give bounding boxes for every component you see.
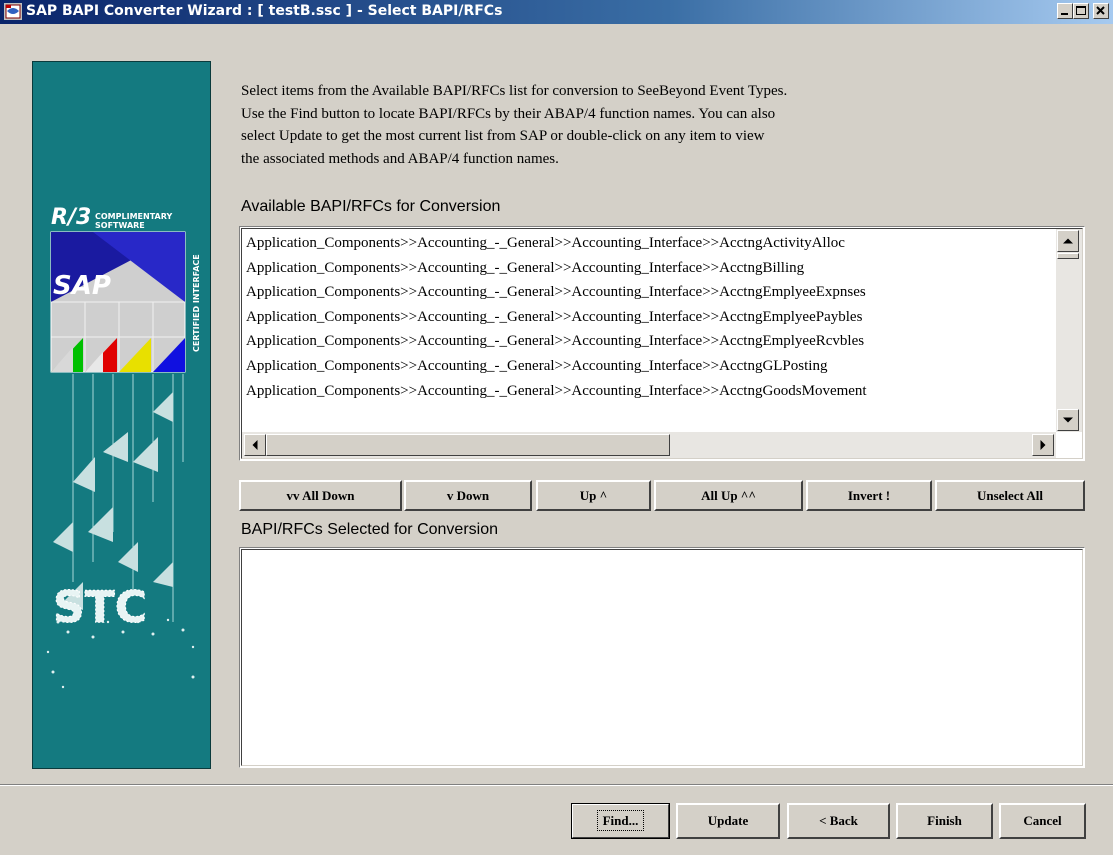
scroll-thumb[interactable]	[266, 434, 670, 456]
unselect-all-button[interactable]: Unselect All	[935, 480, 1085, 511]
instruction-line: select Update to get the most current li…	[241, 128, 765, 144]
list-item[interactable]: Application_Components>>Accounting_-_Gen…	[243, 379, 1055, 404]
find-button[interactable]: Find...	[571, 803, 670, 839]
list-item[interactable]: Application_Components>>Accounting_-_Gen…	[243, 305, 1055, 330]
instruction-line: Use the Find button to locate BAPI/RFCs …	[241, 105, 776, 122]
title-bar[interactable]: SAP BAPI Converter Wizard : [ testB.ssc …	[0, 0, 1113, 24]
svg-text:SOFTWARE: SOFTWARE	[95, 221, 145, 230]
list-item[interactable]: Application_Components>>Accounting_-_Gen…	[243, 280, 1055, 305]
list-item[interactable]: Application_Components>>Accounting_-_Gen…	[243, 354, 1055, 379]
up-button[interactable]: Up ^	[536, 480, 651, 511]
sap-certified-logo: R/3 COMPLIMENTARY SOFTWARE SAP CERTIFIED…	[46, 205, 201, 689]
arrow-right-icon	[1040, 440, 1046, 450]
instruction-line: Select items from the Available BAPI/RFC…	[241, 83, 788, 99]
finish-button[interactable]: Finish	[896, 803, 993, 839]
maximize-icon	[1076, 6, 1086, 15]
app-icon	[4, 3, 22, 20]
selected-list[interactable]	[239, 547, 1085, 768]
arrow-left-icon	[252, 440, 258, 450]
available-horizontal-scrollbar[interactable]	[242, 432, 1056, 458]
minimize-button[interactable]	[1057, 3, 1073, 19]
back-button[interactable]: < Back	[787, 803, 890, 839]
available-list-label: Available BAPI/RFCs for Conversion	[241, 198, 501, 215]
find-button-label: Find...	[596, 810, 645, 831]
minimize-icon	[1061, 13, 1068, 15]
selected-list-label: BAPI/RFCs Selected for Conversion	[241, 521, 498, 538]
all-down-button[interactable]: vv All Down	[239, 480, 402, 511]
side-banner: R/3 COMPLIMENTARY SOFTWARE SAP CERTIFIED…	[32, 61, 211, 769]
list-item[interactable]: Application_Components>>Accounting_-_Gen…	[243, 231, 1055, 256]
close-button[interactable]	[1093, 3, 1109, 19]
scroll-thumb[interactable]	[1057, 253, 1079, 259]
scroll-right-button[interactable]	[1032, 434, 1054, 456]
arrow-up-icon	[1063, 238, 1073, 244]
svg-text:SAP: SAP	[53, 271, 111, 301]
svg-text:CERTIFIED INTERFACE: CERTIFIED INTERFACE	[192, 254, 201, 352]
instructions-text: Select items from the Available BAPI/RFC…	[241, 80, 1061, 170]
scroll-up-button[interactable]	[1057, 230, 1079, 252]
list-item[interactable]: Application_Components>>Accounting_-_Gen…	[243, 329, 1055, 354]
invert-button[interactable]: Invert !	[806, 480, 932, 511]
window-title: SAP BAPI Converter Wizard : [ testB.ssc …	[26, 3, 503, 19]
list-item[interactable]: Application_Components>>Accounting_-_Gen…	[243, 256, 1055, 281]
maximize-button[interactable]	[1073, 3, 1089, 19]
svg-text:STC: STC	[53, 582, 147, 633]
down-button[interactable]: v Down	[404, 480, 532, 511]
scroll-left-button[interactable]	[244, 434, 266, 456]
scroll-down-button[interactable]	[1057, 409, 1079, 431]
cancel-button[interactable]: Cancel	[999, 803, 1086, 839]
instruction-line: the associated methods and ABAP/4 functi…	[241, 150, 559, 167]
all-up-button[interactable]: All Up ^^	[654, 480, 803, 511]
available-vertical-scrollbar[interactable]	[1056, 229, 1082, 432]
svg-text:R/3: R/3	[51, 205, 91, 230]
close-icon	[1096, 6, 1105, 15]
available-list-items[interactable]: Application_Components>>Accounting_-_Gen…	[243, 231, 1055, 431]
update-button[interactable]: Update	[676, 803, 780, 839]
arrow-down-icon	[1063, 417, 1073, 423]
svg-text:COMPLIMENTARY: COMPLIMENTARY	[95, 212, 172, 221]
